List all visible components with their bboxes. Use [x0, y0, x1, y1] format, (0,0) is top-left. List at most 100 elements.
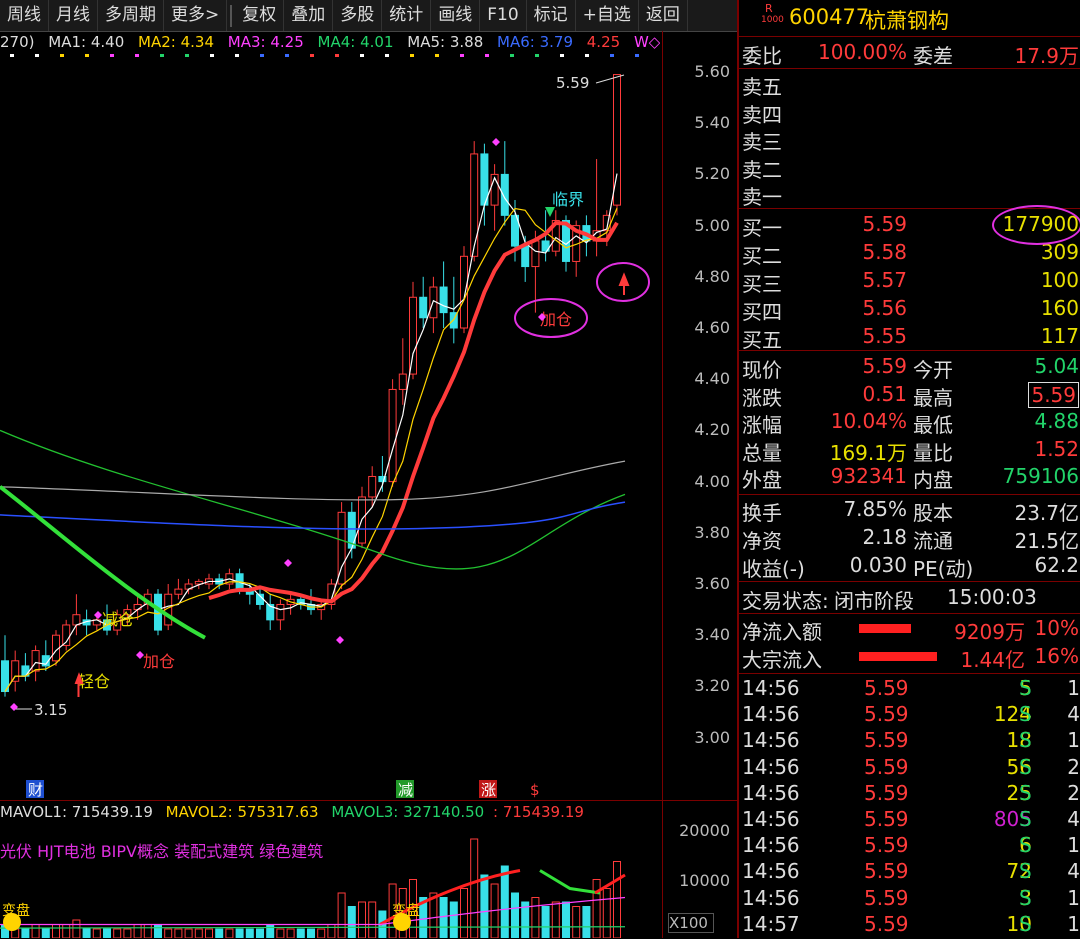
kline-chart[interactable]: 5.593.15临界加仓加仓减仓轻仓财减涨 $ — [0, 55, 662, 800]
stat2-value: 0.030 — [849, 553, 907, 577]
sell-row: 卖四 — [739, 99, 1080, 127]
toolbar-button-5[interactable]: 叠加 — [284, 0, 334, 31]
low-price-label: 3.15 — [34, 701, 67, 719]
volume-bar — [133, 924, 142, 938]
buy-price: 5.57 — [862, 268, 907, 292]
signal-diamond-icon — [284, 559, 292, 567]
weibi-value: 100.00% — [818, 40, 907, 64]
volume-bar — [205, 928, 213, 938]
volume-chart[interactable]: 变盘 变盘 — [0, 825, 662, 938]
candle-body — [439, 286, 448, 314]
stat-row: 涨跌 0.51 最高 5.59 — [739, 381, 1080, 410]
buy-label: 买四 — [742, 300, 782, 324]
sell-row: 卖一 — [739, 181, 1080, 209]
signal-diamond-icon — [336, 636, 344, 644]
flow-row: 大宗流入 1.44亿 16% — [739, 644, 1080, 672]
toolbar-button-2[interactable]: 多周期 — [98, 0, 164, 31]
vol-ma-green-base — [0, 926, 626, 929]
toolbar-button-11[interactable]: +自选 — [576, 0, 639, 31]
candle-body — [419, 296, 428, 319]
candle — [378, 456, 387, 492]
jiacang-label-2: 加仓 — [143, 652, 175, 671]
vol-unit[interactable]: X100 — [668, 913, 714, 933]
price-tick: 4.80 — [694, 266, 730, 286]
axis-divider — [662, 31, 663, 938]
tick-row[interactable]: 14:56 5.59 124 S 4 — [739, 702, 1080, 729]
weicha-value: 17.9万 — [1014, 44, 1079, 68]
toolbar-button-6[interactable]: 多股 — [333, 0, 383, 31]
flow-value: 9209万 — [954, 620, 1025, 644]
volume-bar — [123, 928, 132, 938]
bottom-marker: 财 — [26, 780, 44, 799]
ma5-line — [0, 460, 626, 501]
vol-ma-green — [539, 869, 601, 895]
candle — [62, 619, 71, 651]
qingcang-label: 轻仓 — [78, 672, 110, 691]
stat-label: 涨幅 — [742, 413, 782, 437]
tick-side: S — [1019, 833, 1032, 858]
price-tick: 3.60 — [694, 574, 730, 593]
stat-value: 0.51 — [862, 381, 907, 406]
change-label: 变盘 — [392, 902, 420, 919]
marker-text: 减 — [398, 781, 413, 799]
panel-divider — [0, 800, 737, 801]
tick-price: 5.59 — [864, 833, 909, 858]
buy-row: 买三 5.57 100 — [739, 268, 1080, 296]
toolbar-button-7[interactable]: 统计 — [382, 0, 432, 31]
volume-bar — [154, 924, 162, 938]
volume-bar — [215, 928, 224, 938]
volume-bar — [235, 928, 244, 938]
tick-row[interactable]: 14:56 5.59 72 S 4 — [739, 859, 1080, 886]
toolbar-button-12[interactable]: 返回 — [639, 0, 688, 31]
buy-row: 买五 5.55 117 — [739, 324, 1080, 352]
tick-row[interactable]: 14:56 5.59 18 S 1 — [739, 728, 1080, 755]
tick-row[interactable]: 14:56 5.59 56 S 2 — [739, 755, 1080, 782]
sell-label: 卖三 — [742, 130, 782, 154]
candle — [613, 74, 621, 216]
tick-row[interactable]: 14:56 5.59 5 S 1 — [739, 676, 1080, 703]
tick-price: 5.59 — [864, 885, 909, 910]
flow-bar — [859, 652, 937, 661]
volume-bar — [358, 901, 366, 938]
tick-row[interactable]: 14:56 5.59 6 S 1 — [739, 833, 1080, 860]
ma-legend: 270) MA1: 4.40 MA2: 4.34 MA3: 4.25 MA4: … — [0, 33, 660, 55]
tick-count: 1 — [1067, 911, 1080, 936]
ma-w-toggle[interactable]: W◇ — [634, 33, 660, 51]
stat-row: 总量 169.1万 量比 1.52 — [739, 437, 1080, 465]
toolbar-button-10[interactable]: 标记 — [527, 0, 576, 31]
ma4-value: MA4: 4.01 — [317, 33, 394, 51]
toolbar-button-8[interactable]: 画线 — [431, 0, 481, 31]
price-tick: 4.00 — [694, 471, 730, 491]
candle — [41, 640, 50, 672]
tick-time: 14:56 — [742, 728, 800, 753]
signal-diamond-icon — [492, 138, 500, 146]
toolbar-button-9[interactable]: F10 — [480, 0, 527, 31]
tick-row[interactable]: 14:56 5.59 3 S 1 — [739, 886, 1080, 913]
tick-row[interactable]: 14:56 5.59 25 S 2 — [739, 781, 1080, 808]
tick-count: 1 — [1067, 728, 1080, 753]
high-price-label: 5.59 — [556, 74, 589, 92]
volume-bar — [449, 901, 458, 938]
volume-bar — [113, 928, 122, 938]
buy-label: 买二 — [742, 244, 782, 268]
tick-count: 1 — [1067, 676, 1080, 700]
tick-row[interactable]: 14:56 5.59 805 S 4 — [739, 807, 1080, 834]
tick-count: 1 — [1067, 833, 1080, 858]
candle-body — [460, 255, 468, 329]
volume-bar — [103, 928, 111, 938]
toolbar-button-4[interactable]: 复权 — [235, 0, 285, 31]
tick-count: 4 — [1067, 807, 1080, 831]
toolbar-button-1[interactable]: 月线 — [49, 0, 98, 31]
candle-body — [521, 245, 530, 268]
tick-price: 5.59 — [864, 911, 909, 936]
volume-bar — [164, 928, 173, 938]
stat2-row: 收益(-) 0.030 PE(动) 62.2 — [739, 553, 1080, 581]
volume-bar — [582, 906, 591, 938]
volume-bar — [531, 897, 540, 938]
marker-text: 财 — [28, 781, 43, 799]
toolbar-button-3[interactable]: 更多> — [164, 0, 228, 31]
stat-label: 外盘 — [742, 468, 782, 492]
stat-label: 最高 — [913, 385, 953, 410]
tick-row[interactable]: 14:57 5.59 10 S 1 — [739, 912, 1080, 939]
toolbar-button-0[interactable]: 周线 — [0, 0, 49, 31]
